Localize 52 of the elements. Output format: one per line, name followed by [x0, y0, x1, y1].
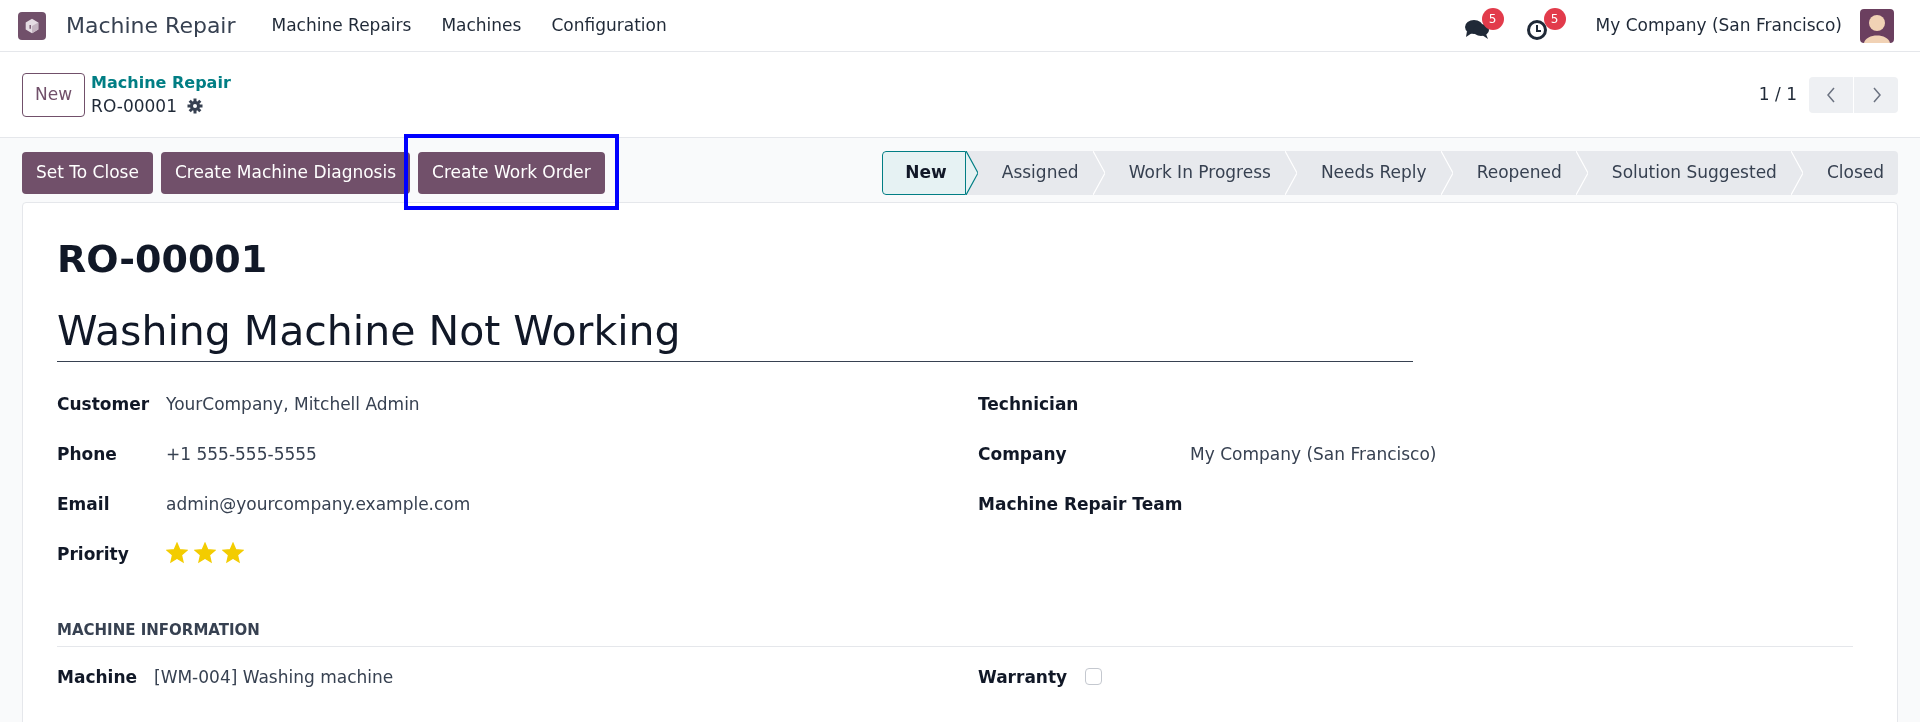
- notification-badge: 5: [1481, 7, 1504, 30]
- field-label: Customer: [57, 393, 151, 416]
- field-label: Priority: [57, 543, 130, 566]
- status-stage[interactable]: Assigned: [977, 151, 1093, 195]
- field-label: Phone: [57, 443, 118, 466]
- breadcrumb-link[interactable]: Machine Repair: [91, 71, 231, 94]
- status-stage[interactable]: Solution Suggested: [1587, 151, 1791, 195]
- menu-item[interactable]: Configuration: [551, 12, 667, 39]
- warranty-checkbox[interactable]: [1085, 668, 1102, 685]
- previous-button[interactable]: [1809, 76, 1853, 113]
- chevron-divider-icon: [1575, 151, 1588, 195]
- star-icon[interactable]: [222, 542, 244, 564]
- field-label: Machine Repair Team: [978, 493, 1184, 516]
- chevron-divider-icon: [1284, 151, 1297, 195]
- field-label: Email: [57, 493, 111, 516]
- field-label: Warranty: [978, 666, 1069, 689]
- status-stage[interactable]: Closed: [1802, 151, 1898, 195]
- section-heading: MACHINE INFORMATION: [57, 621, 260, 639]
- pager-value: 1 / 1: [1758, 82, 1797, 106]
- field-value[interactable]: [WM-004] Washing machine: [154, 665, 394, 691]
- menu-item[interactable]: Machines: [441, 12, 522, 39]
- status-stage[interactable]: Needs Reply: [1296, 151, 1441, 195]
- field-value[interactable]: admin@yourcompany.example.com: [166, 492, 471, 518]
- action-button[interactable]: Create Work Order: [418, 152, 605, 194]
- field-value[interactable]: +1 555-555-5555: [166, 442, 317, 468]
- avatar-icon[interactable]: [1860, 8, 1894, 43]
- chevron-divider-icon: [1790, 151, 1803, 195]
- field-value[interactable]: YourCompany, Mitchell Admin: [166, 392, 420, 418]
- company-switcher[interactable]: My Company (San Francisco): [1595, 12, 1842, 39]
- menu-item[interactable]: Machine Repairs: [271, 12, 412, 39]
- chevron-divider-icon: [1092, 151, 1105, 195]
- field-label: Technician: [978, 393, 1080, 416]
- settings-icon[interactable]: [187, 97, 203, 114]
- app-logo-icon[interactable]: [18, 11, 46, 40]
- new-button[interactable]: New: [22, 72, 86, 117]
- clock-icon[interactable]: [1525, 18, 1548, 41]
- field-label: Company: [978, 443, 1068, 466]
- action-button[interactable]: Create Machine Diagnosis: [160, 152, 411, 194]
- action-button[interactable]: Set To Close: [22, 152, 153, 194]
- next-button[interactable]: [1854, 76, 1898, 113]
- notification-badge: 5: [1543, 7, 1566, 30]
- field-value[interactable]: My Company (San Francisco): [1190, 442, 1437, 468]
- field-label: Machine: [57, 666, 139, 689]
- app-title[interactable]: Machine Repair: [66, 9, 236, 42]
- subject-field[interactable]: Washing Machine Not Working: [57, 301, 1413, 362]
- chevron-divider-icon: [1440, 151, 1453, 195]
- record-name: RO-00001: [91, 94, 177, 118]
- star-icon[interactable]: [166, 542, 188, 564]
- status-stage[interactable]: Work In Progress: [1104, 151, 1285, 195]
- status-stage[interactable]: Reopened: [1452, 151, 1576, 195]
- star-icon[interactable]: [194, 542, 216, 564]
- record-reference: RO-00001: [57, 236, 269, 283]
